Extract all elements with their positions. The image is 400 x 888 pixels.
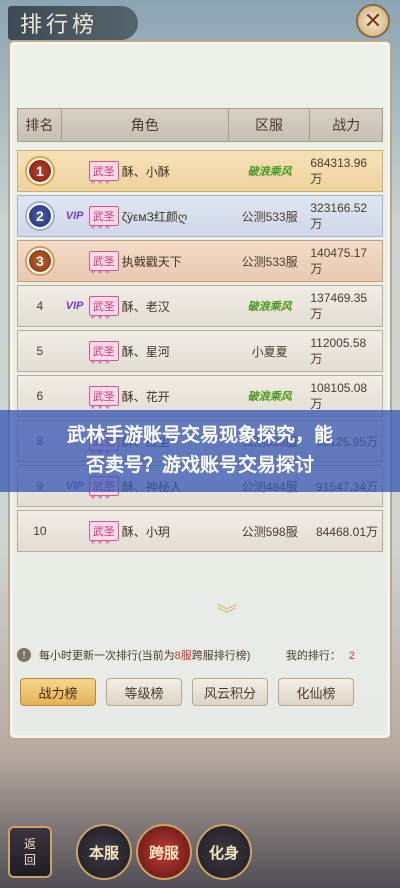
table-row[interactable]: 10 武圣 酥、小玥 公测598服 84468.01万	[17, 510, 383, 552]
title-badge: 武圣	[88, 161, 119, 186]
rank-cell: 3	[18, 241, 62, 281]
power-cell: 684313.96万	[310, 155, 368, 186]
rank-number: 5	[36, 344, 44, 358]
rank-cell: 4	[18, 286, 62, 326]
power-cell: 140475.17万	[310, 245, 368, 276]
nav-avatar[interactable]: 化身	[196, 824, 252, 880]
role-name: 酥、花开	[121, 389, 170, 404]
rank-cell: 2	[18, 196, 62, 236]
overlay-line-2: 否卖号？游戏账号交易探讨	[85, 455, 314, 476]
title-badge: 武圣	[88, 296, 119, 321]
expand-chevron-icon[interactable]: ︾	[210, 598, 244, 626]
column-server: 区服	[229, 109, 311, 141]
server-cell: 公测598服	[229, 511, 311, 551]
power-cell: 137469.35万	[310, 290, 368, 321]
info-icon[interactable]: !	[17, 648, 31, 662]
ranking-tabs: 战力榜 等级榜 风云积分 化仙榜	[20, 678, 380, 706]
update-text-suffix: 跨服排行榜)	[191, 650, 251, 662]
power-cell: 323166.52万	[310, 200, 368, 231]
role-cell: 武圣 执戟戳天下	[62, 241, 229, 281]
rank-medal-icon: 2	[26, 203, 53, 229]
role-name: 执戟戳天下	[121, 254, 182, 269]
vip-badge: VIP	[65, 210, 84, 222]
table-header: 排名 角色 区服 战力	[17, 108, 383, 142]
rank-medal-icon: 3	[26, 248, 53, 274]
overlay-line-1: 武林手游账号交易现象探究，能	[66, 425, 333, 446]
power-cell: 112005.58万	[310, 335, 367, 366]
table-row[interactable]: 2 VIP 武圣 ζÿεмЗ红颜ღ 公测533服 323166.52万	[17, 195, 383, 237]
title-badge: 武圣	[88, 386, 119, 411]
title-badge: 武圣	[88, 251, 119, 276]
rank-cell: 1	[18, 151, 62, 191]
back-label-1: 返	[23, 837, 36, 851]
back-button[interactable]: 返 回	[8, 826, 52, 878]
update-text-server: 8服	[174, 650, 192, 662]
title-badge: 武圣	[88, 341, 119, 366]
title-badge: 武圣	[88, 206, 119, 231]
nav-local-server[interactable]: 本服	[76, 824, 132, 880]
server-name: 公测533服	[241, 254, 298, 269]
server-cell: 破浪乘风	[229, 151, 311, 191]
table-row[interactable]: 4 VIP 武圣 酥、老汉 破浪乘风 137469.35万	[17, 285, 383, 327]
column-role: 角色	[62, 109, 229, 141]
table-row[interactable]: 5 武圣 酥、星河 小夏夏 112005.58万	[17, 330, 383, 372]
column-power: 战力	[332, 117, 361, 133]
server-cell: 公测533服	[229, 196, 311, 236]
column-rank: 排名	[18, 109, 62, 141]
role-name: 酥、星河	[121, 344, 170, 359]
role-name: 酥、小酥	[121, 164, 170, 179]
table-row[interactable]: 1 武圣 酥、小酥 破浪乘风 684313.96万	[17, 150, 383, 192]
my-rank-value: 2	[348, 650, 355, 662]
rank-cell: 10	[18, 511, 62, 551]
server-name: 破浪乘风	[247, 391, 292, 403]
close-button[interactable]: ✕	[356, 4, 390, 38]
rank-medal-icon: 1	[26, 158, 53, 184]
server-name: 公测533服	[241, 209, 298, 224]
back-label-2: 回	[23, 853, 36, 867]
role-name: 酥、老汉	[121, 299, 170, 314]
role-name: 酥、小玥	[121, 524, 170, 539]
server-name: 小夏夏	[251, 344, 288, 359]
leaderboard-rows: 1 武圣 酥、小酥 破浪乘风 684313.96万 2 VIP 武圣 ζÿεмЗ…	[17, 150, 383, 555]
server-cell: 小夏夏	[229, 331, 311, 371]
rank-number: 4	[36, 299, 44, 313]
role-cell: 武圣 酥、小玥	[62, 511, 229, 551]
rank-number: 10	[33, 524, 47, 538]
my-rank-label: 我的排行：	[285, 650, 341, 662]
server-cell: 公测533服	[229, 241, 311, 281]
role-cell: VIP 武圣 ζÿεмЗ红颜ღ	[62, 196, 229, 236]
title-badge: 武圣	[88, 521, 119, 546]
vip-badge: VIP	[65, 300, 84, 312]
tab-fengyun[interactable]: 风云积分	[192, 678, 268, 706]
power-cell: 84468.01万	[315, 524, 378, 539]
tab-huaxian[interactable]: 化仙榜	[278, 678, 354, 706]
tab-level[interactable]: 等级榜	[106, 678, 182, 706]
update-text-prefix: 每小时更新一次排行(当前为	[39, 650, 175, 662]
nav-cross-server[interactable]: 跨服	[136, 824, 192, 880]
rank-number: 6	[36, 389, 44, 403]
bottom-nav: 返 回 本服 跨服 化身	[0, 820, 400, 888]
role-name: ζÿεмЗ红颜ღ	[121, 209, 188, 224]
my-rank: 我的排行： 2	[286, 647, 355, 663]
role-cell: 武圣 酥、小酥	[62, 151, 229, 191]
server-name: 破浪乘风	[247, 166, 292, 178]
role-cell: 武圣 酥、星河	[62, 331, 229, 371]
page-title: 排行榜	[8, 6, 138, 40]
tab-power[interactable]: 战力榜	[20, 678, 96, 706]
server-cell: 破浪乘风	[229, 286, 311, 326]
server-name: 破浪乘风	[247, 301, 292, 313]
role-cell: VIP 武圣 酥、老汉	[62, 286, 229, 326]
update-info-bar: ! 每小时更新一次排行(当前为 8服 跨服排行榜) 我的排行： 2	[17, 640, 383, 670]
server-name: 公测598服	[241, 524, 298, 539]
table-row[interactable]: 3 武圣 执戟戳天下 公测533服 140475.17万	[17, 240, 383, 282]
article-title-overlay: 武林手游账号交易现象探究，能 否卖号？游戏账号交易探讨	[0, 410, 400, 492]
rank-cell: 5	[18, 331, 62, 371]
